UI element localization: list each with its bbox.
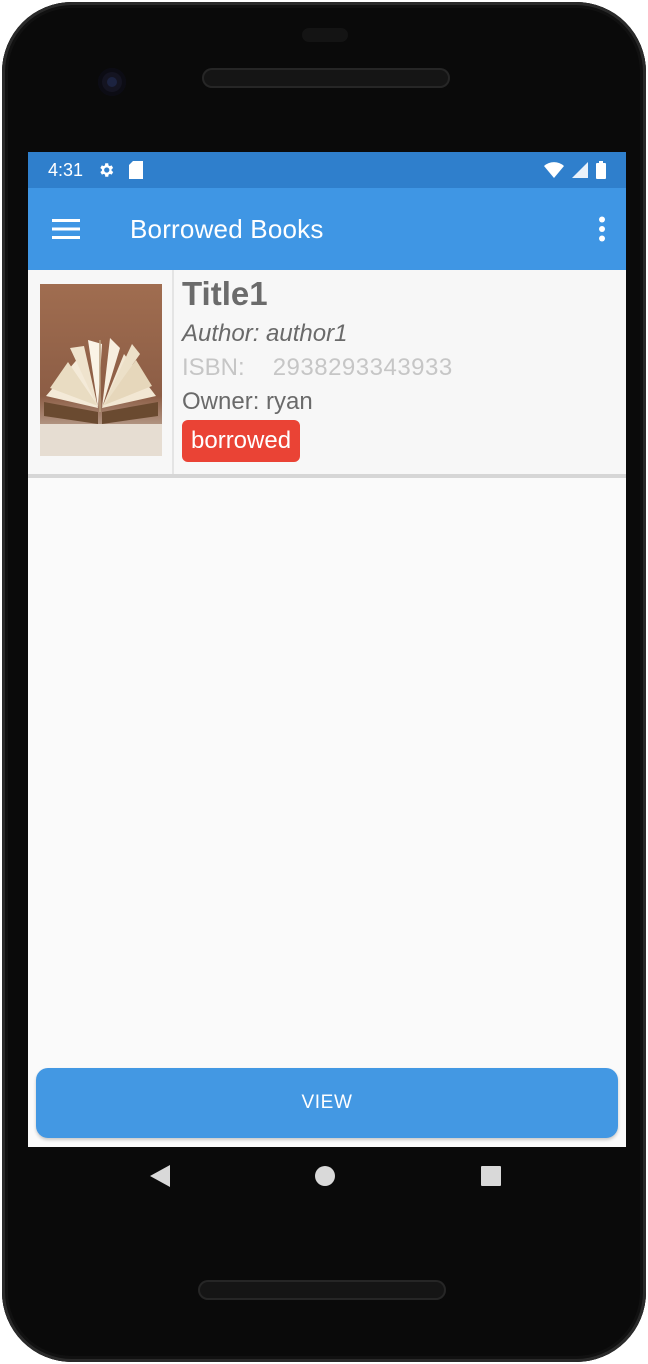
book-cover-frame (28, 270, 174, 474)
status-badge: borrowed (182, 420, 301, 462)
front-camera-icon (98, 68, 126, 96)
gear-icon (100, 163, 114, 177)
battery-icon (596, 161, 606, 179)
book-owner: Owner: ryan (182, 388, 313, 415)
app-bar: Borrowed Books (28, 188, 626, 270)
book-list-item[interactable]: Title1 Author: author1 ISBN: 29382933439… (28, 270, 626, 478)
app-title: Borrowed Books (130, 213, 324, 244)
book-info: Title1 Author: author1 ISBN: 29382933439… (174, 270, 453, 474)
book-title: Title1 (182, 275, 268, 312)
view-button[interactable]: VIEW (36, 1068, 618, 1138)
phone-frame: 4:31 Borrowed Books Title1 Author: autho… (2, 2, 646, 1362)
back-triangle-icon[interactable] (150, 1165, 170, 1187)
bottom-speaker-grille (198, 1280, 446, 1300)
navigation-bar (28, 1147, 626, 1213)
sd-card-icon (129, 161, 144, 179)
isbn-label: ISBN: (182, 354, 245, 381)
book-isbn: ISBN: 2938293343933 (182, 354, 453, 382)
book-cover-image (40, 284, 162, 456)
signal-icon (572, 162, 588, 178)
recents-square-icon[interactable] (480, 1165, 502, 1187)
isbn-value: 2938293343933 (272, 354, 453, 381)
screen: 4:31 Borrowed Books Title1 Author: autho… (28, 152, 626, 1147)
hamburger-menu-icon[interactable] (52, 218, 80, 240)
status-bar: 4:31 (28, 152, 626, 188)
status-time: 4:31 (48, 159, 84, 180)
wifi-icon (544, 162, 564, 178)
earpiece-slot (302, 28, 348, 42)
top-speaker-grille (202, 68, 450, 88)
more-vert-icon[interactable] (598, 216, 606, 242)
home-circle-icon[interactable] (314, 1165, 336, 1187)
book-author: Author: author1 (182, 320, 348, 347)
